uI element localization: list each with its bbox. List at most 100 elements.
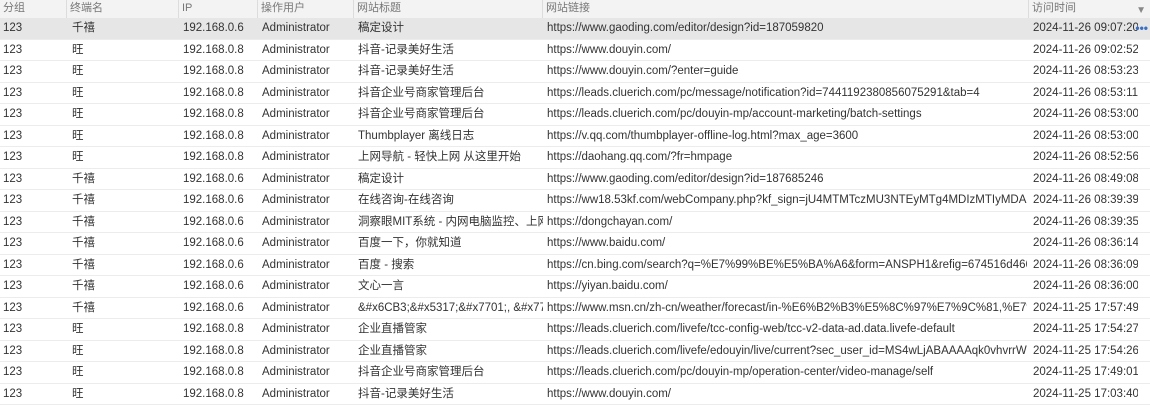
column-header-terminal[interactable]: 终端名: [67, 0, 179, 18]
cell-user: Administrator: [262, 190, 352, 211]
cell-ip: 192.168.0.8: [183, 341, 258, 362]
cell-url: https://leads.cluerich.com/pc/douyin-mp/…: [547, 104, 1027, 125]
table-row[interactable]: 123旺192.168.0.8Administrator抖音-记录美好生活htt…: [0, 40, 1150, 62]
cell-group: 123: [3, 169, 63, 190]
cell-user: Administrator: [262, 169, 352, 190]
visit-log-table: 分组 终端名 IP 操作用户 网站标题 网站链接 访问时间 ▼ 123千禧192…: [0, 0, 1150, 400]
cell-user: Administrator: [262, 18, 352, 39]
cell-group: 123: [3, 362, 63, 383]
cell-title: 抖音企业号商家管理后台: [358, 83, 543, 104]
cell-url: https://v.qq.com/thumbplayer-offline-log…: [547, 126, 1027, 147]
cell-terminal: 千禧: [72, 190, 172, 211]
cell-user: Administrator: [262, 362, 352, 383]
cell-url: https://cn.bing.com/search?q=%E7%99%BE%E…: [547, 255, 1027, 276]
table-row[interactable]: 123旺192.168.0.8Administrator上网导航 - 轻快上网 …: [0, 147, 1150, 169]
chevron-down-icon[interactable]: ▼: [1136, 2, 1146, 18]
cell-ip: 192.168.0.8: [183, 319, 258, 340]
cell-terminal: 旺: [72, 384, 172, 405]
cell-terminal: 旺: [72, 104, 172, 125]
table-row[interactable]: 123旺192.168.0.8Administrator抖音-记录美好生活htt…: [0, 61, 1150, 83]
cell-user: Administrator: [262, 233, 352, 254]
cell-terminal: 旺: [72, 341, 172, 362]
cell-user: Administrator: [262, 319, 352, 340]
cell-group: 123: [3, 298, 63, 319]
cell-title: 抖音-记录美好生活: [358, 40, 543, 61]
cell-group: 123: [3, 18, 63, 39]
cell-time: 2024-11-26 09:07:20: [1033, 18, 1138, 39]
cell-terminal: 旺: [72, 83, 172, 104]
table-row[interactable]: 123千禧192.168.0.6Administrator洞察眼MIT系统 - …: [0, 212, 1150, 234]
cell-group: 123: [3, 61, 63, 82]
table-row[interactable]: 123旺192.168.0.8Administrator企业直播管家https:…: [0, 341, 1150, 363]
table-row[interactable]: 123千禧192.168.0.6Administrator稿定设计https:/…: [0, 18, 1150, 40]
cell-time: 2024-11-26 08:53:11: [1033, 83, 1138, 104]
cell-terminal: 千禧: [72, 18, 172, 39]
table-row[interactable]: 123千禧192.168.0.6Administrator在线咨询-在线咨询ht…: [0, 190, 1150, 212]
cell-ip: 192.168.0.8: [183, 104, 258, 125]
cell-ip: 192.168.0.6: [183, 18, 258, 39]
cell-user: Administrator: [262, 61, 352, 82]
cell-time: 2024-11-26 08:49:08: [1033, 169, 1138, 190]
cell-title: 企业直播管家: [358, 341, 543, 362]
cell-ip: 192.168.0.8: [183, 83, 258, 104]
column-header-url[interactable]: 网站链接: [543, 0, 1029, 18]
table-row[interactable]: 123旺192.168.0.8AdministratorThumbplayer …: [0, 126, 1150, 148]
cell-title: &#x6CB3;&#x5317;&#x7701;, &#x77F...: [358, 298, 543, 319]
cell-ip: 192.168.0.8: [183, 147, 258, 168]
cell-time: 2024-11-25 17:57:49: [1033, 298, 1138, 319]
table-row[interactable]: 123旺192.168.0.8Administrator抖音企业号商家管理后台h…: [0, 362, 1150, 384]
column-header-ip[interactable]: IP: [179, 0, 258, 18]
table-row[interactable]: 123千禧192.168.0.6Administrator文心一言https:/…: [0, 276, 1150, 298]
cell-ip: 192.168.0.6: [183, 169, 258, 190]
cell-title: 洞察眼MIT系统 - 内网电脑监控、上网...: [358, 212, 543, 233]
cell-group: 123: [3, 190, 63, 211]
table-row[interactable]: 123千禧192.168.0.6Administrator百度 - 搜索http…: [0, 255, 1150, 277]
cell-ip: 192.168.0.6: [183, 276, 258, 297]
cell-terminal: 旺: [72, 126, 172, 147]
more-icon[interactable]: •••: [1135, 18, 1148, 39]
cell-title: 百度 - 搜索: [358, 255, 543, 276]
column-header-user[interactable]: 操作用户: [258, 0, 354, 18]
column-header-title[interactable]: 网站标题: [354, 0, 543, 18]
cell-url: https://daohang.qq.com/?fr=hmpage: [547, 147, 1027, 168]
cell-ip: 192.168.0.6: [183, 190, 258, 211]
cell-ip: 192.168.0.8: [183, 126, 258, 147]
cell-url: https://leads.cluerich.com/pc/douyin-mp/…: [547, 362, 1027, 383]
cell-url: https://ww18.53kf.com/webCompany.php?kf_…: [547, 190, 1027, 211]
cell-title: 百度一下，你就知道: [358, 233, 543, 254]
cell-time: 2024-11-25 17:54:27: [1033, 319, 1138, 340]
table-row[interactable]: 123旺192.168.0.8Administrator抖音企业号商家管理后台h…: [0, 104, 1150, 126]
cell-group: 123: [3, 384, 63, 405]
cell-group: 123: [3, 341, 63, 362]
cell-terminal: 旺: [72, 61, 172, 82]
table-row[interactable]: 123千禧192.168.0.6Administrator百度一下，你就知道ht…: [0, 233, 1150, 255]
cell-user: Administrator: [262, 104, 352, 125]
column-header-time[interactable]: 访问时间 ▼: [1029, 0, 1150, 18]
cell-url: https://www.gaoding.com/editor/design?id…: [547, 18, 1027, 39]
table-row[interactable]: 123旺192.168.0.8Administrator抖音企业号商家管理后台h…: [0, 83, 1150, 105]
cell-title: 稿定设计: [358, 169, 543, 190]
table-row[interactable]: 123旺192.168.0.8Administrator企业直播管家https:…: [0, 319, 1150, 341]
cell-user: Administrator: [262, 40, 352, 61]
table-row[interactable]: 123旺192.168.0.8Administrator抖音-记录美好生活htt…: [0, 384, 1150, 405]
cell-url: https://www.msn.cn/zh-cn/weather/forecas…: [547, 298, 1027, 319]
table-row[interactable]: 123千禧192.168.0.6Administrator稿定设计https:/…: [0, 169, 1150, 191]
cell-ip: 192.168.0.6: [183, 212, 258, 233]
cell-terminal: 千禧: [72, 233, 172, 254]
cell-url: https://yiyan.baidu.com/: [547, 276, 1027, 297]
table-body: 123千禧192.168.0.6Administrator稿定设计https:/…: [0, 18, 1150, 405]
cell-time: 2024-11-26 08:39:39: [1033, 190, 1138, 211]
table-row[interactable]: 123千禧192.168.0.6Administrator&#x6CB3;&#x…: [0, 298, 1150, 320]
cell-user: Administrator: [262, 212, 352, 233]
cell-time: 2024-11-25 17:03:40: [1033, 384, 1138, 405]
cell-ip: 192.168.0.6: [183, 255, 258, 276]
cell-title: 上网导航 - 轻快上网 从这里开始: [358, 147, 543, 168]
column-header-group[interactable]: 分组: [0, 0, 67, 18]
cell-time: 2024-11-26 08:39:35: [1033, 212, 1138, 233]
cell-user: Administrator: [262, 255, 352, 276]
cell-ip: 192.168.0.8: [183, 362, 258, 383]
cell-time: 2024-11-26 08:53:00: [1033, 104, 1138, 125]
cell-time: 2024-11-26 08:36:00: [1033, 276, 1138, 297]
cell-group: 123: [3, 212, 63, 233]
cell-terminal: 旺: [72, 40, 172, 61]
